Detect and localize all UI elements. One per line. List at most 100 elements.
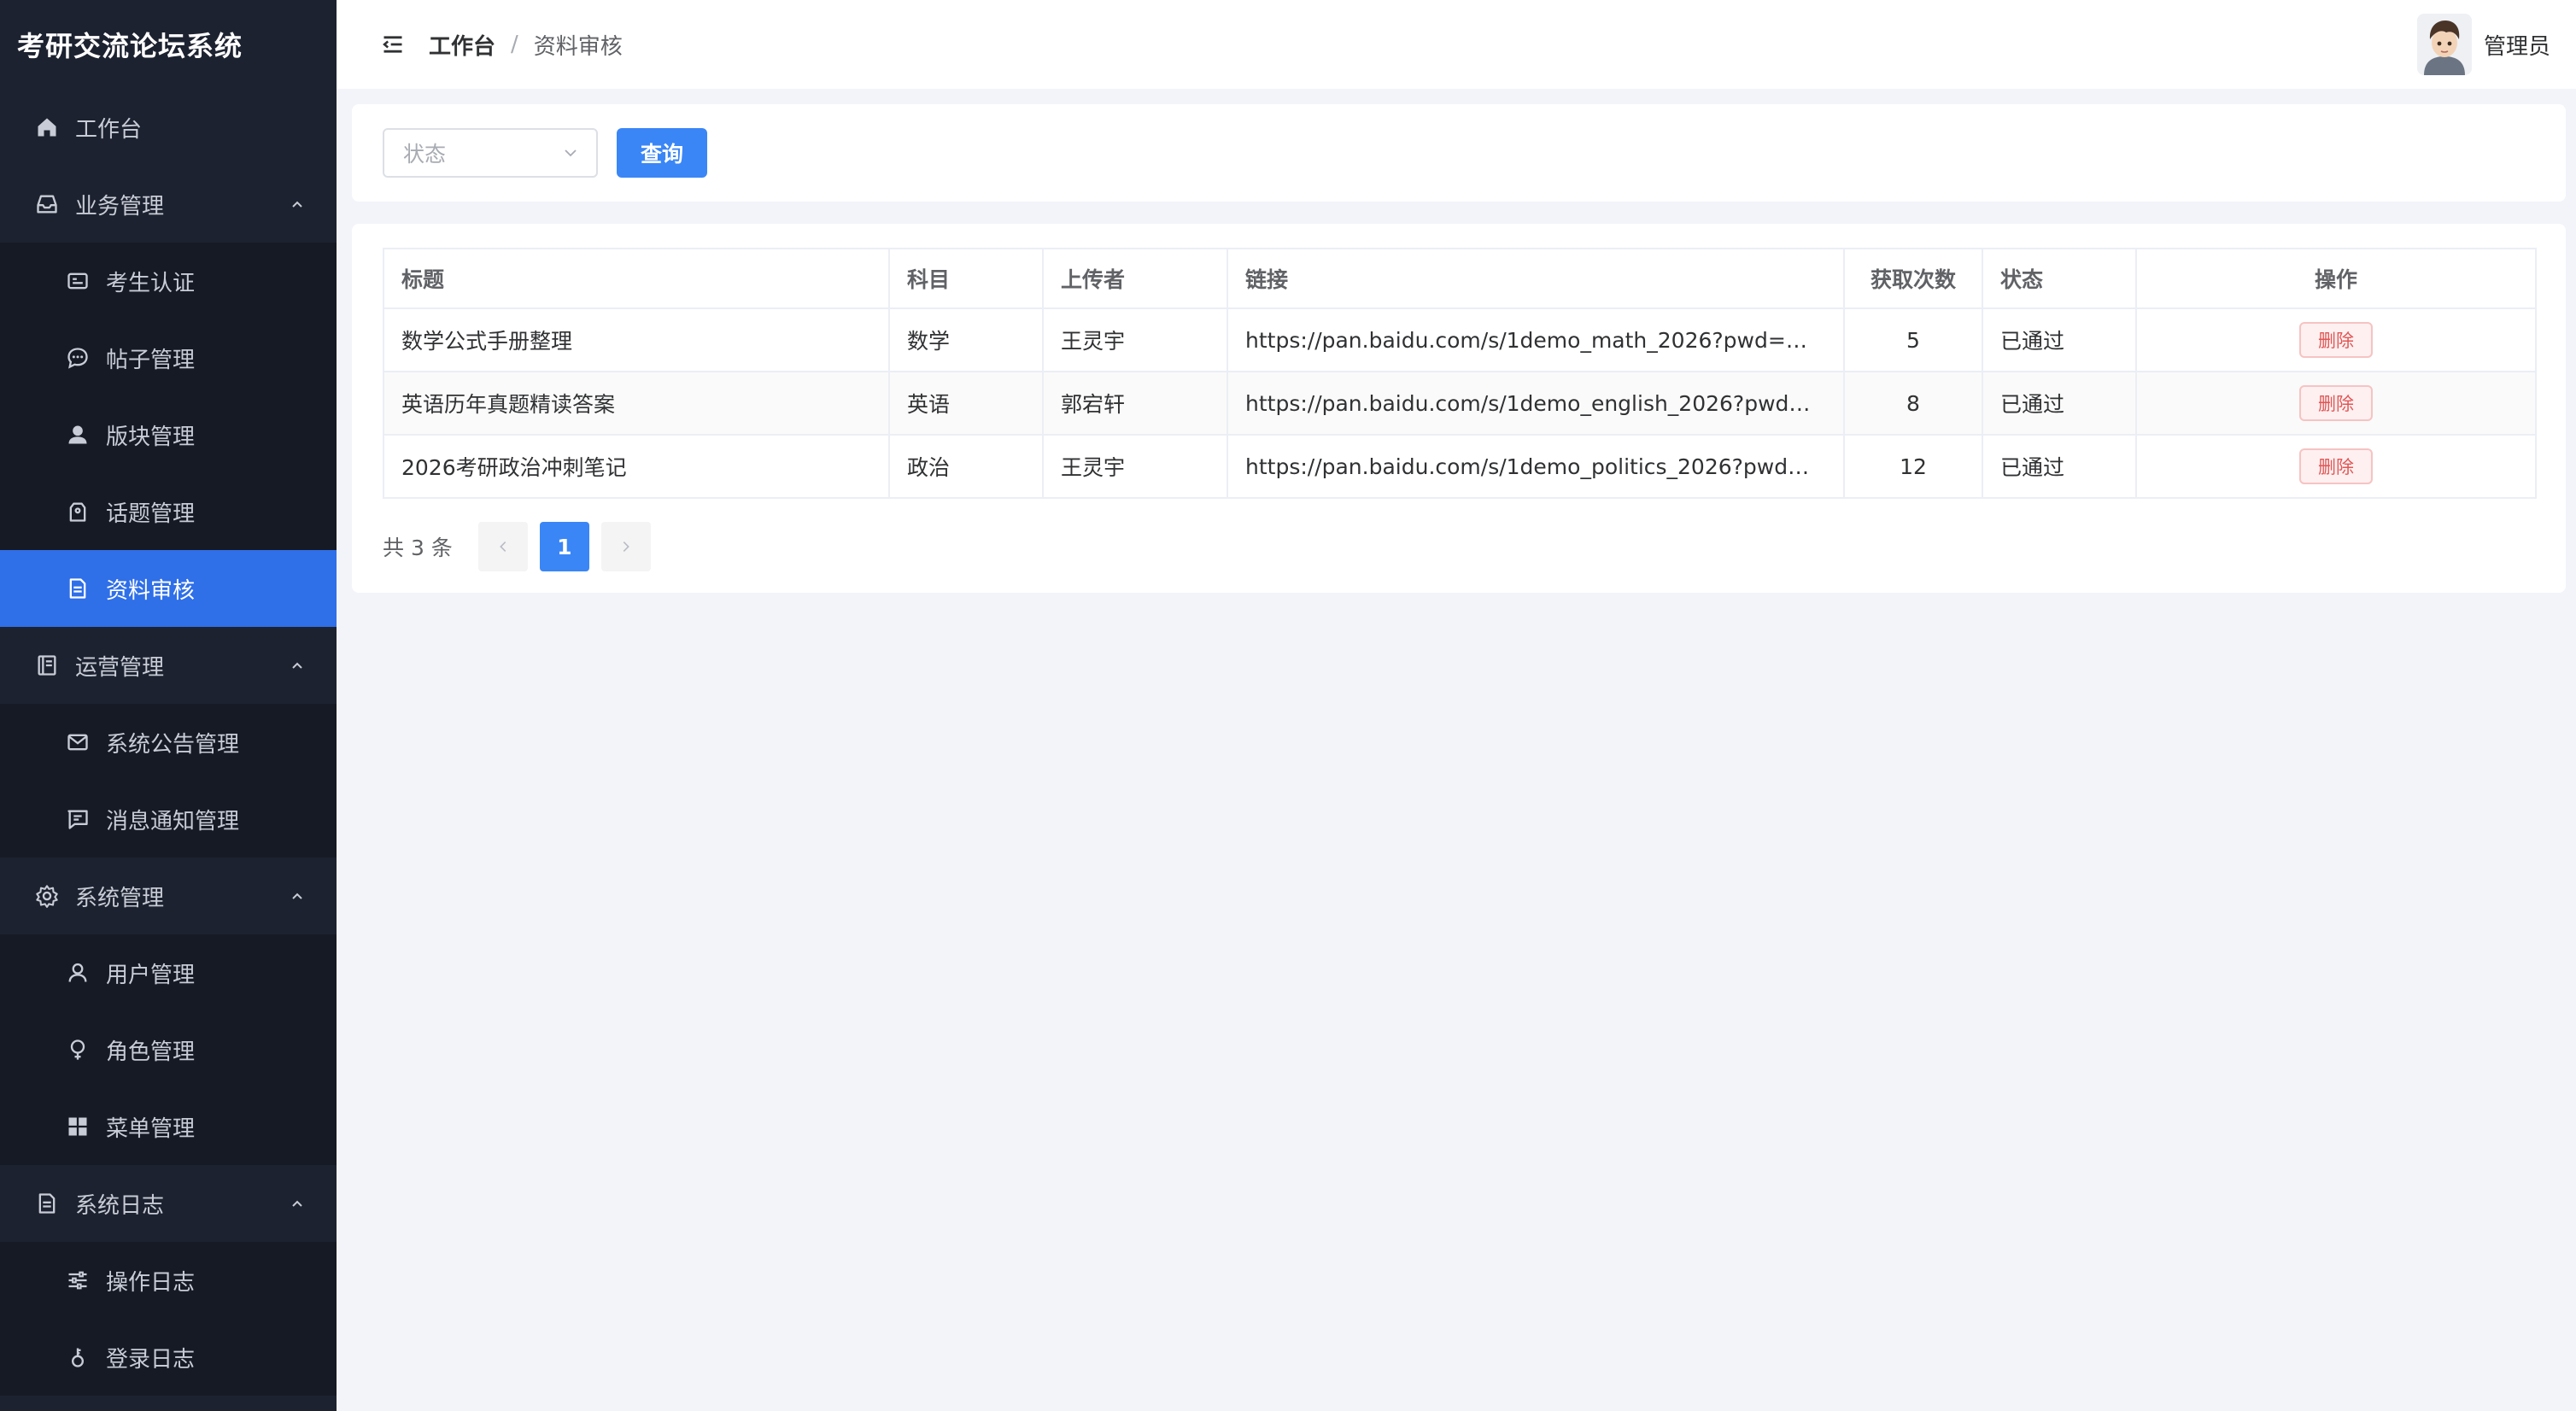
chat-square-icon bbox=[65, 806, 91, 832]
search-panel: 状态 查询 bbox=[352, 104, 2566, 202]
cell-status: 已通过 bbox=[1982, 434, 2137, 499]
cell-uploader: 郭宕轩 bbox=[1042, 371, 1228, 436]
document-icon bbox=[65, 576, 91, 601]
prev-page-button[interactable] bbox=[477, 522, 528, 571]
cell-subject: 数学 bbox=[888, 307, 1044, 372]
sidebar-item-sections[interactable]: 版块管理 bbox=[0, 396, 337, 473]
sidebar-item-workbench[interactable]: 工作台 bbox=[0, 89, 337, 166]
sidebar-item-material-review[interactable]: 资料审核 bbox=[0, 550, 337, 627]
table-row: 数学公式手册整理 数学 王灵宇 https://pan.baidu.com/s/… bbox=[383, 307, 2537, 372]
user-filled-icon bbox=[65, 422, 91, 448]
column-header-subject: 科目 bbox=[888, 248, 1044, 309]
breadcrumb-separator: / bbox=[511, 32, 518, 57]
delete-button[interactable]: 删除 bbox=[2299, 448, 2373, 484]
sidebar-group-operations[interactable]: 运营管理 bbox=[0, 627, 337, 704]
sidebar-item-candidate-auth[interactable]: 考生认证 bbox=[0, 243, 337, 319]
sidebar-item-label: 登录日志 bbox=[106, 1346, 196, 1373]
sidebar-item-label: 话题管理 bbox=[106, 501, 196, 527]
cell-subject: 政治 bbox=[888, 434, 1044, 499]
operation-icon bbox=[65, 1268, 91, 1293]
cell-status: 已通过 bbox=[1982, 307, 2137, 372]
sidebar-menu: 工作台 业务管理 考生认证 帖子管理 版块管理 话题管理 资料审核 运营管理 系… bbox=[0, 89, 337, 1396]
table-row: 2026考研政治冲刺笔记 政治 王灵宇 https://pan.baidu.co… bbox=[383, 434, 2537, 499]
sidebar-item-operation-log[interactable]: 操作日志 bbox=[0, 1242, 337, 1319]
sidebar-group-logs[interactable]: 系统日志 bbox=[0, 1165, 337, 1242]
sidebar-item-label: 系统管理 bbox=[75, 885, 165, 911]
sidebar-item-label: 菜单管理 bbox=[106, 1115, 196, 1142]
cell-title: 2026考研政治冲刺笔记 bbox=[383, 434, 890, 499]
table-header-row: 标题 科目 上传者 链接 获取次数 状态 操作 bbox=[383, 248, 2537, 309]
sidebar-group-system[interactable]: 系统管理 bbox=[0, 858, 337, 934]
gear-icon bbox=[34, 883, 60, 909]
chevron-up-icon bbox=[292, 893, 302, 899]
sidebar-item-label: 工作台 bbox=[75, 116, 143, 143]
column-header-actions: 操作 bbox=[2135, 248, 2537, 309]
sidebar-item-label: 角色管理 bbox=[106, 1039, 196, 1065]
home-icon bbox=[34, 114, 60, 140]
pagination: 共 3 条 1 bbox=[383, 521, 663, 572]
materials-table-panel: 标题 科目 上传者 链接 获取次数 状态 操作 数学公式手册整理 数学 王灵宇 … bbox=[352, 224, 2566, 593]
chevron-down-icon bbox=[565, 149, 577, 157]
sidebar-item-roles[interactable]: 角色管理 bbox=[0, 1011, 337, 1088]
chevron-left-icon bbox=[499, 542, 506, 552]
cell-title: 英语历年真题精读答案 bbox=[383, 371, 890, 436]
cell-status: 已通过 bbox=[1982, 371, 2137, 436]
delete-button[interactable]: 删除 bbox=[2299, 322, 2373, 358]
sidebar-item-label: 考生认证 bbox=[106, 270, 196, 296]
cell-link: https://pan.baidu.com/s/1demo_math_2026?… bbox=[1227, 307, 1845, 372]
sidebar: 考研交流论坛系统 工作台 业务管理 考生认证 帖子管理 版块管理 话题管理 资料… bbox=[0, 0, 337, 1411]
query-button[interactable]: 查询 bbox=[617, 128, 707, 178]
column-header-link: 链接 bbox=[1227, 248, 1845, 309]
sidebar-item-posts[interactable]: 帖子管理 bbox=[0, 319, 337, 396]
column-header-status: 状态 bbox=[1982, 248, 2137, 309]
cell-uploader: 王灵宇 bbox=[1042, 307, 1228, 372]
id-card-icon bbox=[65, 268, 91, 294]
user-menu[interactable]: 管理员 bbox=[2416, 14, 2550, 75]
cell-actions: 删除 bbox=[2135, 434, 2537, 499]
cell-subject: 英语 bbox=[888, 371, 1044, 436]
message-icon bbox=[65, 729, 91, 755]
sidebar-item-announcements[interactable]: 系统公告管理 bbox=[0, 704, 337, 781]
chevron-up-icon bbox=[292, 201, 302, 208]
sidebar-item-login-log[interactable]: 登录日志 bbox=[0, 1319, 337, 1396]
sidebar-item-label: 运营管理 bbox=[75, 654, 165, 681]
materials-table: 标题 科目 上传者 链接 获取次数 状态 操作 数学公式手册整理 数学 王灵宇 … bbox=[383, 248, 2537, 499]
breadcrumb-current: 资料审核 bbox=[533, 33, 623, 60]
sidebar-group-business[interactable]: 业务管理 bbox=[0, 166, 337, 243]
sidebar-item-users[interactable]: 用户管理 bbox=[0, 934, 337, 1011]
cell-actions: 删除 bbox=[2135, 307, 2537, 372]
menu-fold-button[interactable] bbox=[379, 31, 407, 58]
sidebar-item-label: 业务管理 bbox=[75, 193, 165, 220]
notebook-icon bbox=[34, 653, 60, 678]
sidebar-item-menus[interactable]: 菜单管理 bbox=[0, 1088, 337, 1165]
top-header: 工作台 / 资料审核 管理员 bbox=[337, 0, 2576, 89]
page-number-button[interactable]: 1 bbox=[539, 522, 589, 571]
sidebar-item-notifications[interactable]: 消息通知管理 bbox=[0, 781, 337, 858]
cell-count: 5 bbox=[1843, 307, 1983, 372]
breadcrumb: 工作台 / 资料审核 bbox=[429, 29, 623, 61]
breadcrumb-home[interactable]: 工作台 bbox=[429, 29, 495, 61]
column-header-count: 获取次数 bbox=[1843, 248, 1983, 309]
app-root: 考研交流论坛系统 工作台 业务管理 考生认证 帖子管理 版块管理 话题管理 资料… bbox=[0, 0, 2576, 1411]
pagination-total: 共 3 条 bbox=[383, 536, 453, 560]
document-icon bbox=[34, 1191, 60, 1216]
delete-button[interactable]: 删除 bbox=[2299, 385, 2373, 421]
next-page-button[interactable] bbox=[600, 522, 651, 571]
cell-uploader: 王灵宇 bbox=[1042, 434, 1228, 499]
grid-icon bbox=[65, 1114, 91, 1139]
avatar bbox=[2416, 14, 2472, 75]
menu-fold-icon bbox=[383, 36, 402, 53]
sidebar-item-topics[interactable]: 话题管理 bbox=[0, 473, 337, 550]
chat-bubble-icon bbox=[65, 345, 91, 371]
column-header-uploader: 上传者 bbox=[1042, 248, 1228, 309]
status-select[interactable]: 状态 bbox=[383, 128, 598, 178]
cell-count: 8 bbox=[1843, 371, 1983, 436]
tag-icon bbox=[65, 499, 91, 524]
cell-count: 12 bbox=[1843, 434, 1983, 499]
user-icon bbox=[65, 960, 91, 986]
chevron-right-icon bbox=[623, 542, 629, 552]
cell-link: https://pan.baidu.com/s/1demo_politics_2… bbox=[1227, 434, 1845, 499]
sidebar-item-label: 帖子管理 bbox=[106, 347, 196, 373]
column-header-title: 标题 bbox=[383, 248, 890, 309]
sidebar-item-label: 操作日志 bbox=[106, 1269, 196, 1296]
